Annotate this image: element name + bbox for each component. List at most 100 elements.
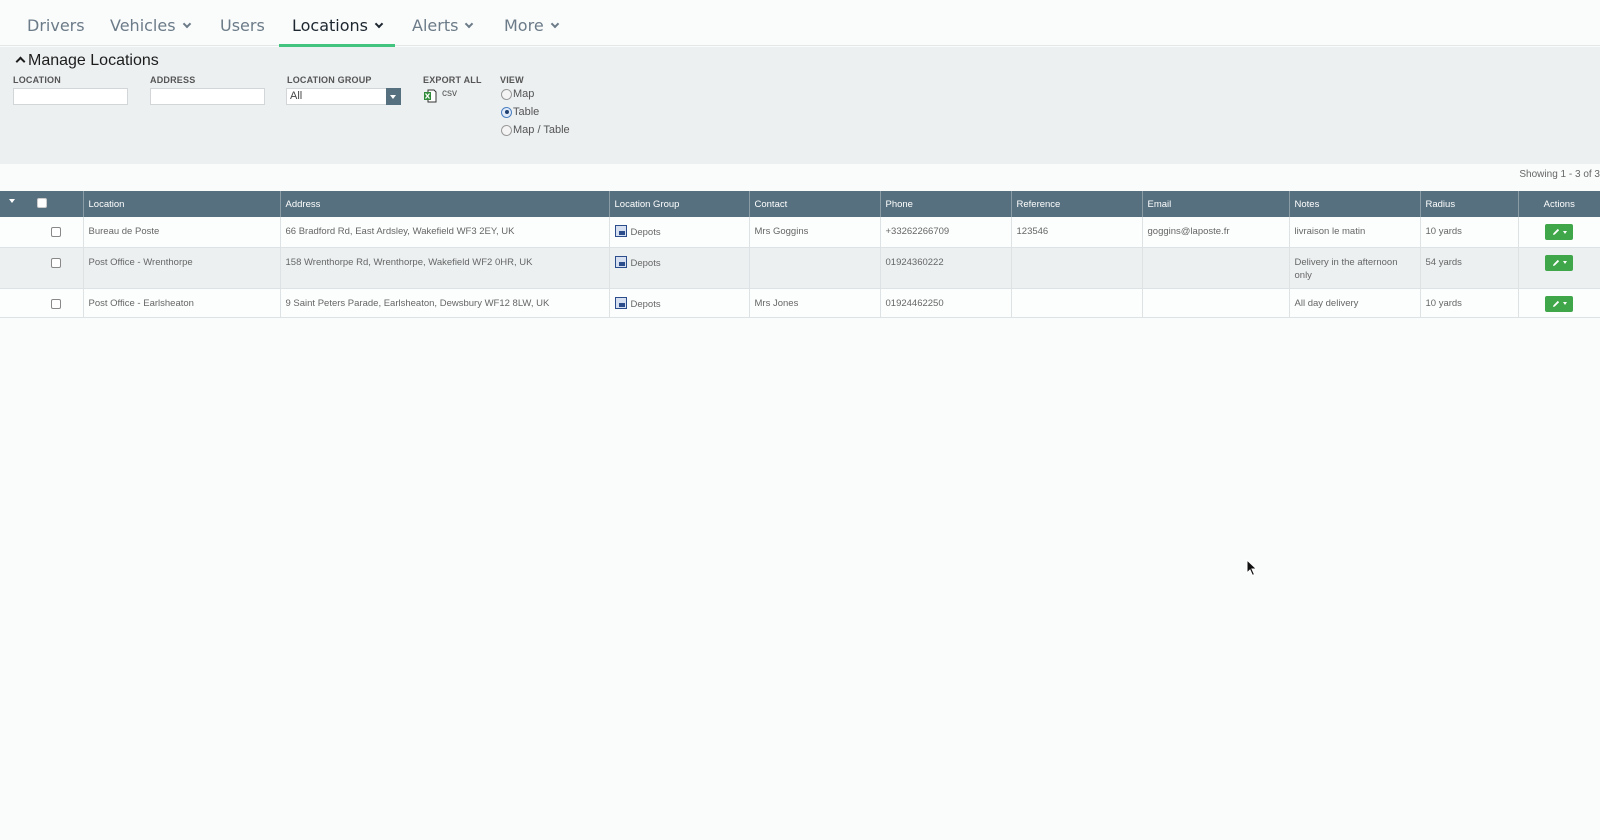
view-option-label: Map: [513, 88, 535, 100]
table-row[interactable]: Post Office - Earlsheaton 9 Saint Peters…: [0, 288, 1600, 318]
location-group-text: Depots: [630, 257, 661, 269]
pencil-icon: [1552, 259, 1559, 266]
cell-location-group: Depots: [609, 288, 750, 318]
panel-title: Manage Locations: [28, 52, 159, 69]
row-checkbox[interactable]: [51, 257, 62, 268]
cell-contact: Mrs Jones: [749, 288, 881, 318]
cell-location: Post Office - Earlsheaton: [83, 288, 281, 318]
cell-contact: [749, 247, 881, 289]
column-header-reference[interactable]: Reference: [1011, 191, 1143, 217]
column-header-address[interactable]: Address: [280, 191, 610, 217]
location-filter-input[interactable]: [13, 88, 128, 105]
radio-map[interactable]: [501, 88, 512, 100]
cell-email: [1142, 247, 1290, 289]
table-header: Location Address Location Group Contact …: [0, 191, 1600, 217]
row-checkbox[interactable]: [51, 298, 62, 309]
cell-radius: 10 yards: [1420, 217, 1519, 248]
location-group-select[interactable]: All: [286, 88, 401, 105]
column-header-phone[interactable]: Phone: [880, 191, 1012, 217]
nav-users[interactable]: Users: [220, 0, 265, 46]
location-group-label: LOCATION GROUP: [287, 75, 372, 85]
caret-down-icon: [1562, 261, 1567, 264]
view-option-map[interactable]: Map: [501, 88, 534, 100]
export-csv-link[interactable]: csv: [442, 88, 457, 99]
chevron-down-icon: [550, 19, 559, 29]
row-checkbox[interactable]: [51, 227, 62, 237]
column-header-actions: Actions: [1518, 191, 1600, 217]
cell-phone: +33262266709: [880, 217, 1012, 248]
column-header-email[interactable]: Email: [1142, 191, 1290, 217]
nav-alerts-label: Alerts: [412, 16, 459, 35]
address-filter-label: ADDRESS: [150, 75, 196, 85]
view-option-table[interactable]: Table: [501, 106, 539, 118]
column-header-location[interactable]: Location: [83, 191, 281, 217]
select-all-checkbox[interactable]: [37, 197, 47, 208]
location-group-text: Depots: [630, 298, 661, 310]
pencil-icon: [1552, 228, 1559, 235]
cell-radius: 54 yards: [1420, 247, 1519, 289]
column-header-location-group[interactable]: Location Group: [609, 191, 750, 217]
address-filter-input[interactable]: [150, 88, 265, 105]
cell-phone: 01924360222: [880, 247, 1012, 289]
select-all-cell: [30, 191, 84, 217]
caret-down-icon: [1562, 230, 1567, 234]
view-option-map-table[interactable]: Map / Table: [501, 124, 570, 136]
cell-reference: [1011, 288, 1143, 318]
chevron-down-icon: [374, 19, 384, 29]
nav-users-label: Users: [220, 16, 265, 35]
radio-table[interactable]: [501, 106, 512, 118]
cell-reference: [1011, 247, 1143, 289]
nav-alerts[interactable]: Alerts: [412, 0, 474, 46]
row-spacer: [0, 247, 30, 289]
cell-actions: [1518, 288, 1600, 318]
cell-reference: 123546: [1011, 217, 1143, 248]
row-spacer: [0, 288, 30, 318]
nav-drivers[interactable]: Drivers: [27, 0, 85, 46]
nav-more-label: More: [504, 16, 544, 35]
column-header-radius[interactable]: Radius: [1420, 191, 1519, 217]
cell-notes: Delivery in the afternoon only: [1289, 247, 1421, 289]
table-row[interactable]: Bureau de Poste 66 Bradford Rd, East Ard…: [0, 217, 1600, 248]
row-spacer: [0, 217, 30, 248]
cell-notes: All day delivery: [1289, 288, 1421, 318]
cell-notes: livraison le matin: [1289, 217, 1421, 248]
radio-map-table[interactable]: [501, 124, 512, 136]
cell-email: goggins@laposte.fr: [1142, 217, 1290, 248]
table-row[interactable]: Post Office - Wrenthorpe 158 Wrenthorpe …: [0, 247, 1600, 289]
row-select-cell: [30, 288, 84, 318]
dropdown-arrow-icon[interactable]: [386, 88, 401, 105]
edit-action-button[interactable]: [1545, 295, 1573, 312]
cell-address: 9 Saint Peters Parade, Earlsheaton, Dews…: [280, 288, 610, 318]
nav-locations[interactable]: Locations: [278, 0, 396, 47]
excel-file-icon[interactable]: [423, 89, 437, 103]
cell-location: Post Office - Wrenthorpe: [83, 247, 281, 289]
pagination-summary: Showing 1 - 3 of 3: [1519, 169, 1600, 180]
nav-vehicles[interactable]: Vehicles: [110, 0, 191, 46]
nav-more[interactable]: More: [504, 0, 559, 46]
view-option-label: Table: [513, 106, 540, 118]
nav-locations-label: Locations: [292, 16, 369, 35]
row-options-toggle[interactable]: [0, 191, 30, 217]
cell-email: [1142, 288, 1290, 318]
depot-icon: [614, 255, 627, 268]
nav-vehicles-label: Vehicles: [110, 16, 176, 35]
depot-icon: [614, 225, 627, 237]
location-group-selected: All: [290, 90, 303, 102]
cell-location-group: Depots: [609, 217, 750, 248]
column-header-contact[interactable]: Contact: [749, 191, 881, 217]
column-header-notes[interactable]: Notes: [1289, 191, 1421, 217]
locations-table: Location Address Location Group Contact …: [0, 191, 1600, 318]
view-label: VIEW: [500, 75, 524, 85]
depot-icon: [614, 296, 627, 309]
panel-toggle[interactable]: Manage Locations: [15, 52, 159, 70]
cell-location: Bureau de Poste: [83, 217, 281, 248]
location-filter-label: LOCATION: [13, 75, 61, 85]
caret-down-icon: [1562, 302, 1567, 305]
edit-action-button[interactable]: [1545, 224, 1573, 240]
caret-down-icon[interactable]: [9, 198, 15, 203]
chevron-up-icon: [15, 56, 26, 67]
chevron-down-icon: [182, 19, 191, 29]
cell-address: 158 Wrenthorpe Rd, Wrenthorpe, Wakefield…: [280, 247, 610, 289]
nav-drivers-label: Drivers: [27, 16, 85, 35]
edit-action-button[interactable]: [1545, 254, 1573, 271]
